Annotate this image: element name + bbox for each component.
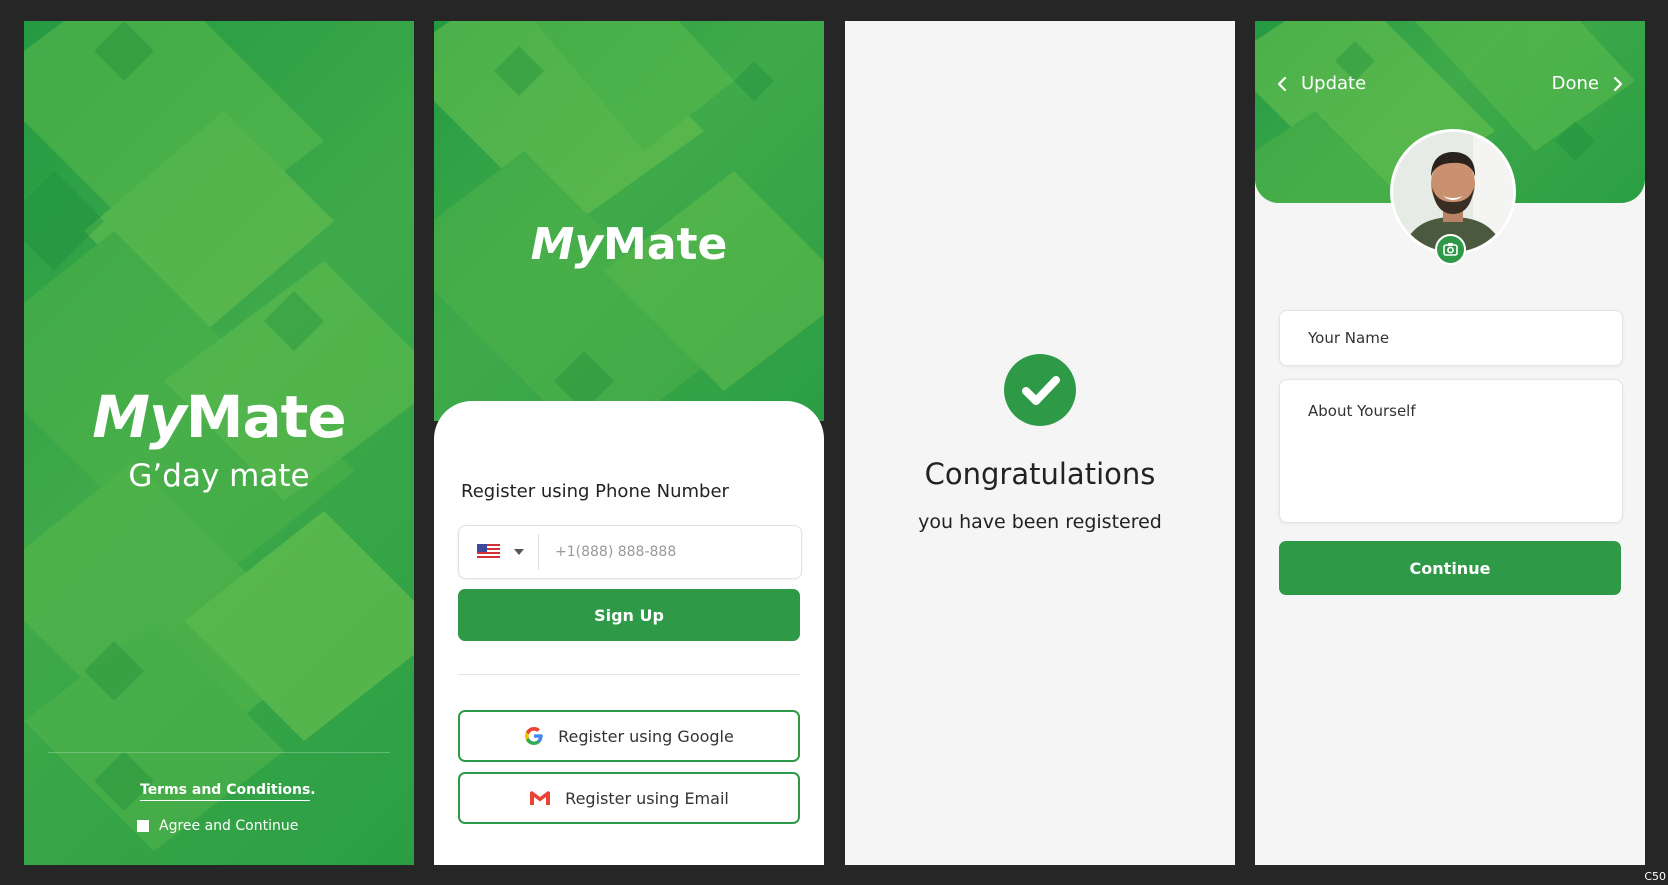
register-screen: MyMate Register using Phone Number Sign … [434,21,824,865]
check-circle-icon [1004,354,1076,426]
done-label: Done [1551,73,1599,94]
success-title: Congratulations [924,457,1156,491]
done-button[interactable]: Done [1552,73,1623,94]
app-logo: MyMate [434,219,824,270]
terms-period: . [310,782,316,798]
success-subtitle: you have been registered [918,511,1162,533]
chevron-left-icon [1277,76,1287,91]
corner-label: C50 [1644,870,1666,883]
register-email-button[interactable]: Register using Email [458,772,800,824]
agree-label: Agree and Continue [159,818,299,834]
about-field [1279,379,1623,523]
register-title: Register using Phone Number [461,481,729,502]
divider [48,752,390,753]
tagline: G’day mate [128,458,310,494]
profile-screen: Update Done Continue [1255,21,1645,865]
logo-my: My [530,219,604,270]
register-google-label: Register using Google [558,726,734,746]
register-card: Register using Phone Number Sign Up Regi… [434,401,824,865]
google-icon [525,727,543,745]
app-logo: MyMate [24,383,414,451]
success-screen: Congratulations you have been registered [845,21,1235,865]
register-hero: MyMate [434,21,824,421]
logo-my: My [92,383,187,451]
agree-checkbox[interactable] [137,820,149,832]
camera-icon[interactable] [1435,234,1466,265]
back-button[interactable]: Update [1277,73,1366,94]
terms-row: Terms and Conditions. [140,782,316,801]
us-flag-icon[interactable] [477,544,500,560]
divider [538,534,539,570]
about-input[interactable] [1306,400,1600,514]
name-input[interactable] [1306,328,1600,348]
logo-mate: Mate [185,383,347,451]
back-label: Update [1301,73,1367,94]
register-google-button[interactable]: Register using Google [458,710,800,762]
name-field [1279,310,1623,366]
gmail-icon [530,791,551,805]
phone-input-group [458,525,802,579]
divider [458,674,800,675]
register-email-label: Register using Email [565,788,729,808]
terms-link[interactable]: Terms and Conditions [140,782,311,801]
logo-mate: Mate [603,219,728,270]
continue-button[interactable]: Continue [1279,541,1621,595]
chevron-down-icon[interactable] [514,549,524,555]
phone-input[interactable] [553,540,787,564]
splash-screen: MyMate G’day mate Terms and Conditions. … [24,21,414,865]
chevron-right-icon [1613,76,1623,91]
agree-row[interactable]: Agree and Continue [137,818,298,834]
signup-button[interactable]: Sign Up [458,589,800,641]
